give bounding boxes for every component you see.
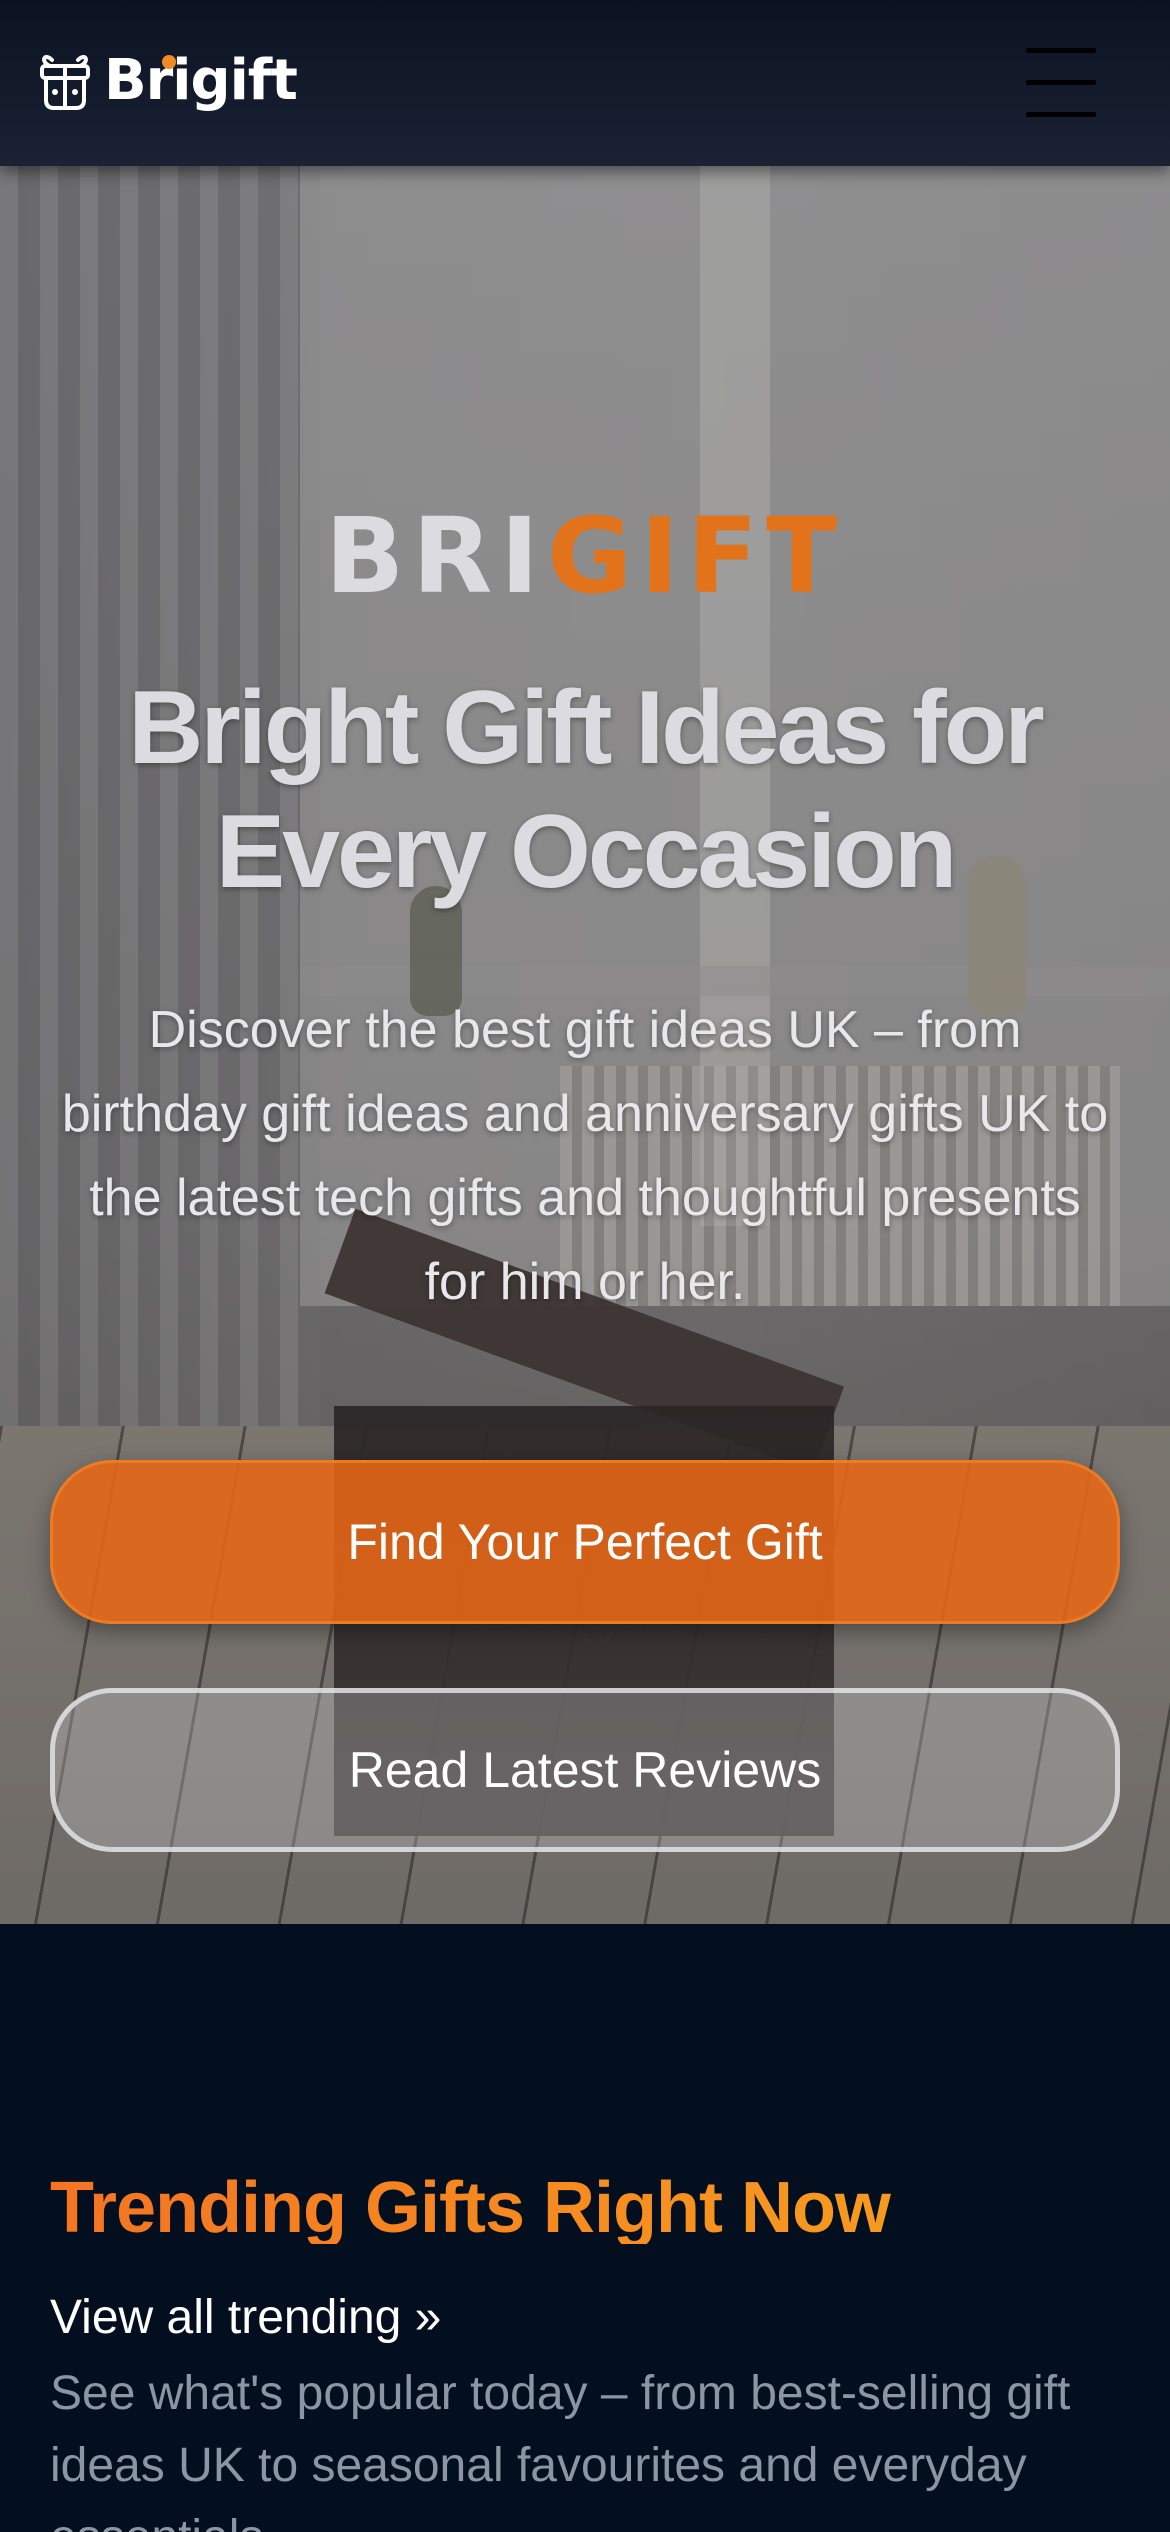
menu-bar	[1026, 48, 1096, 53]
brand-logo[interactable]: Brigift	[38, 50, 298, 112]
hero-content: BRIGIFT Bright Gift Ideas for Every Occa…	[0, 166, 1170, 1924]
brand-name-text: Brigift	[104, 48, 298, 113]
menu-bar	[1026, 80, 1096, 85]
gift-gamepad-icon	[40, 55, 90, 110]
view-all-trending-link[interactable]: View all trending »	[50, 2294, 441, 2342]
trending-section: Trending Gifts Right Now View all trendi…	[0, 1924, 1170, 2532]
hamburger-menu-icon[interactable]	[1024, 48, 1098, 118]
brand-dot	[162, 55, 176, 69]
hero-description: Discover the best gift ideas UK – from b…	[61, 1001, 1109, 1311]
trending-title: Trending Gifts Right Now	[50, 2172, 1130, 2244]
read-latest-reviews-button[interactable]: Read Latest Reviews	[50, 1688, 1120, 1852]
site-header: Brigift	[0, 0, 1170, 166]
hero-title: Bright Gift Ideas for Every Occasion	[128, 670, 1044, 910]
menu-bar	[1026, 112, 1096, 117]
brand-name: Brigift	[104, 53, 298, 109]
page: Brigift Brigift BRIGIFT Bright Gift Idea…	[0, 0, 1170, 2532]
trending-description: See what's popular today – from best-sel…	[50, 2367, 1071, 2532]
hero-brand-part-1: BRI	[324, 495, 547, 617]
hero-brand-wordmark: BRIGIFT	[0, 504, 1170, 608]
find-perfect-gift-button[interactable]: Find Your Perfect Gift	[50, 1460, 1120, 1624]
hero-brand-part-2: GIFT	[547, 495, 846, 617]
hero-section: Brigift BRIGIFT Bright Gift Ideas for Ev…	[0, 166, 1170, 1924]
